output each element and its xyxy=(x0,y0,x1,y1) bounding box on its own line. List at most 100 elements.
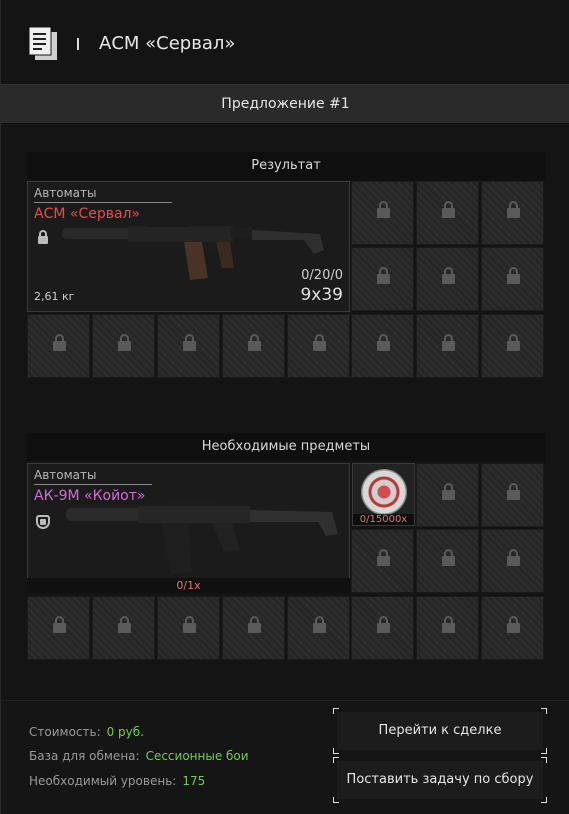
lock-icon xyxy=(507,334,520,351)
lock-icon xyxy=(442,483,455,500)
ammo-counts: 0/20/0 xyxy=(301,268,343,283)
level-label: Необходимый уровень: xyxy=(29,774,177,788)
locked-slot xyxy=(416,181,479,245)
lock-icon xyxy=(248,616,261,633)
required-heading: Необходимые предметы xyxy=(27,433,545,461)
locked-slot xyxy=(351,181,414,245)
lock-icon xyxy=(377,616,390,633)
lock-icon xyxy=(183,334,196,351)
corner-bracket xyxy=(541,757,547,763)
lock-icon xyxy=(442,334,455,351)
lock-icon xyxy=(118,334,131,351)
lock-icon xyxy=(53,616,66,633)
locked-slot xyxy=(481,529,544,593)
lock-icon xyxy=(118,616,131,633)
corner-bracket xyxy=(333,748,339,754)
level-value: 175 xyxy=(182,774,206,788)
corner-bracket xyxy=(333,708,339,714)
locked-slot xyxy=(92,596,155,660)
locked-slot xyxy=(27,596,90,660)
lock-icon xyxy=(377,334,390,351)
locked-slot xyxy=(351,314,414,378)
lock-icon xyxy=(442,201,455,218)
locked-slot xyxy=(416,596,479,660)
goto-deal-button[interactable]: Перейти к сделке xyxy=(333,708,547,754)
corner-bracket xyxy=(541,708,547,714)
header-separator xyxy=(77,38,79,50)
locked-slot xyxy=(481,181,544,245)
shield-icon xyxy=(36,515,50,529)
locked-slot xyxy=(351,596,414,660)
trade-window: АСМ «Сервал» Предложение #1 Результат Ав… xyxy=(0,0,569,814)
cost-label: Стоимость: xyxy=(29,725,101,739)
lock-icon xyxy=(53,334,66,351)
locked-slot xyxy=(222,314,285,378)
required-count: 0/1x xyxy=(27,578,350,593)
lock-icon xyxy=(38,230,48,244)
rifle-image xyxy=(66,500,338,574)
locked-slot xyxy=(416,314,479,378)
lock-icon xyxy=(442,267,455,284)
lock-icon xyxy=(183,616,196,633)
currency-count: 0/15000x xyxy=(353,514,414,525)
set-task-button[interactable]: Поставить задачу по сбору xyxy=(333,757,547,803)
locked-slot xyxy=(481,463,544,527)
locked-slot xyxy=(481,596,544,660)
locked-slot xyxy=(157,314,220,378)
offer-tab[interactable]: Предложение #1 xyxy=(1,84,569,124)
locked-slot xyxy=(416,463,479,527)
base-value: Сессионные бои xyxy=(145,749,249,763)
lock-icon xyxy=(442,549,455,566)
corner-bracket xyxy=(541,797,547,803)
lock-icon xyxy=(507,549,520,566)
lock-icon xyxy=(507,267,520,284)
cost-row: Стоимость: 0 руб. xyxy=(29,725,144,739)
set-task-label: Поставить задачу по сбору xyxy=(346,772,534,787)
rifle-image xyxy=(62,222,324,280)
locked-slot xyxy=(416,247,479,311)
footer: Стоимость: 0 руб. База для обмена: Сессион… xyxy=(1,700,569,814)
locked-slot xyxy=(92,314,155,378)
lock-icon xyxy=(248,334,261,351)
locked-slot xyxy=(351,247,414,311)
level-row: Необходимый уровень: 175 xyxy=(29,774,205,788)
lock-icon xyxy=(377,201,390,218)
locked-slot xyxy=(27,314,90,378)
base-label: База для обмена: xyxy=(29,749,140,763)
item-category: Автоматы xyxy=(34,186,97,200)
lock-icon xyxy=(507,616,520,633)
required-item-card[interactable]: Автоматы АК-9М «Койот» xyxy=(27,463,350,593)
lock-icon xyxy=(313,334,326,351)
locked-slot xyxy=(287,596,350,660)
page-title: АСМ «Сервал» xyxy=(99,33,236,54)
result-item-card[interactable]: Автоматы АСМ «Сервал» 2,61 кг 0/20/0 9x3… xyxy=(27,181,350,312)
locked-slot xyxy=(351,529,414,593)
caliber-label: 9x39 xyxy=(300,285,343,305)
lock-icon xyxy=(313,616,326,633)
corner-bracket xyxy=(333,797,339,803)
locked-slot xyxy=(481,314,544,378)
item-category: Автоматы xyxy=(34,468,97,482)
result-heading: Результат xyxy=(27,152,545,180)
category-underline xyxy=(34,484,152,485)
corner-bracket xyxy=(541,748,547,754)
lock-icon xyxy=(377,549,390,566)
currency-item[interactable]: 0/15000x xyxy=(352,463,415,526)
category-underline xyxy=(34,202,172,203)
cost-value: 0 руб. xyxy=(106,725,144,739)
coin-icon xyxy=(361,469,407,515)
locked-slot xyxy=(481,247,544,311)
locked-slot xyxy=(157,596,220,660)
documents-icon xyxy=(28,26,57,60)
goto-deal-label: Перейти к сделке xyxy=(378,723,502,738)
lock-icon xyxy=(442,616,455,633)
lock-icon xyxy=(507,483,520,500)
corner-bracket xyxy=(333,757,339,763)
window-header: АСМ «Сервал» xyxy=(1,0,569,84)
locked-slot xyxy=(222,596,285,660)
item-weight: 2,61 кг xyxy=(34,290,75,303)
locked-slot xyxy=(416,529,479,593)
lock-icon xyxy=(377,267,390,284)
base-row: База для обмена: Сессионные бои xyxy=(29,749,249,763)
locked-slot xyxy=(287,314,350,378)
